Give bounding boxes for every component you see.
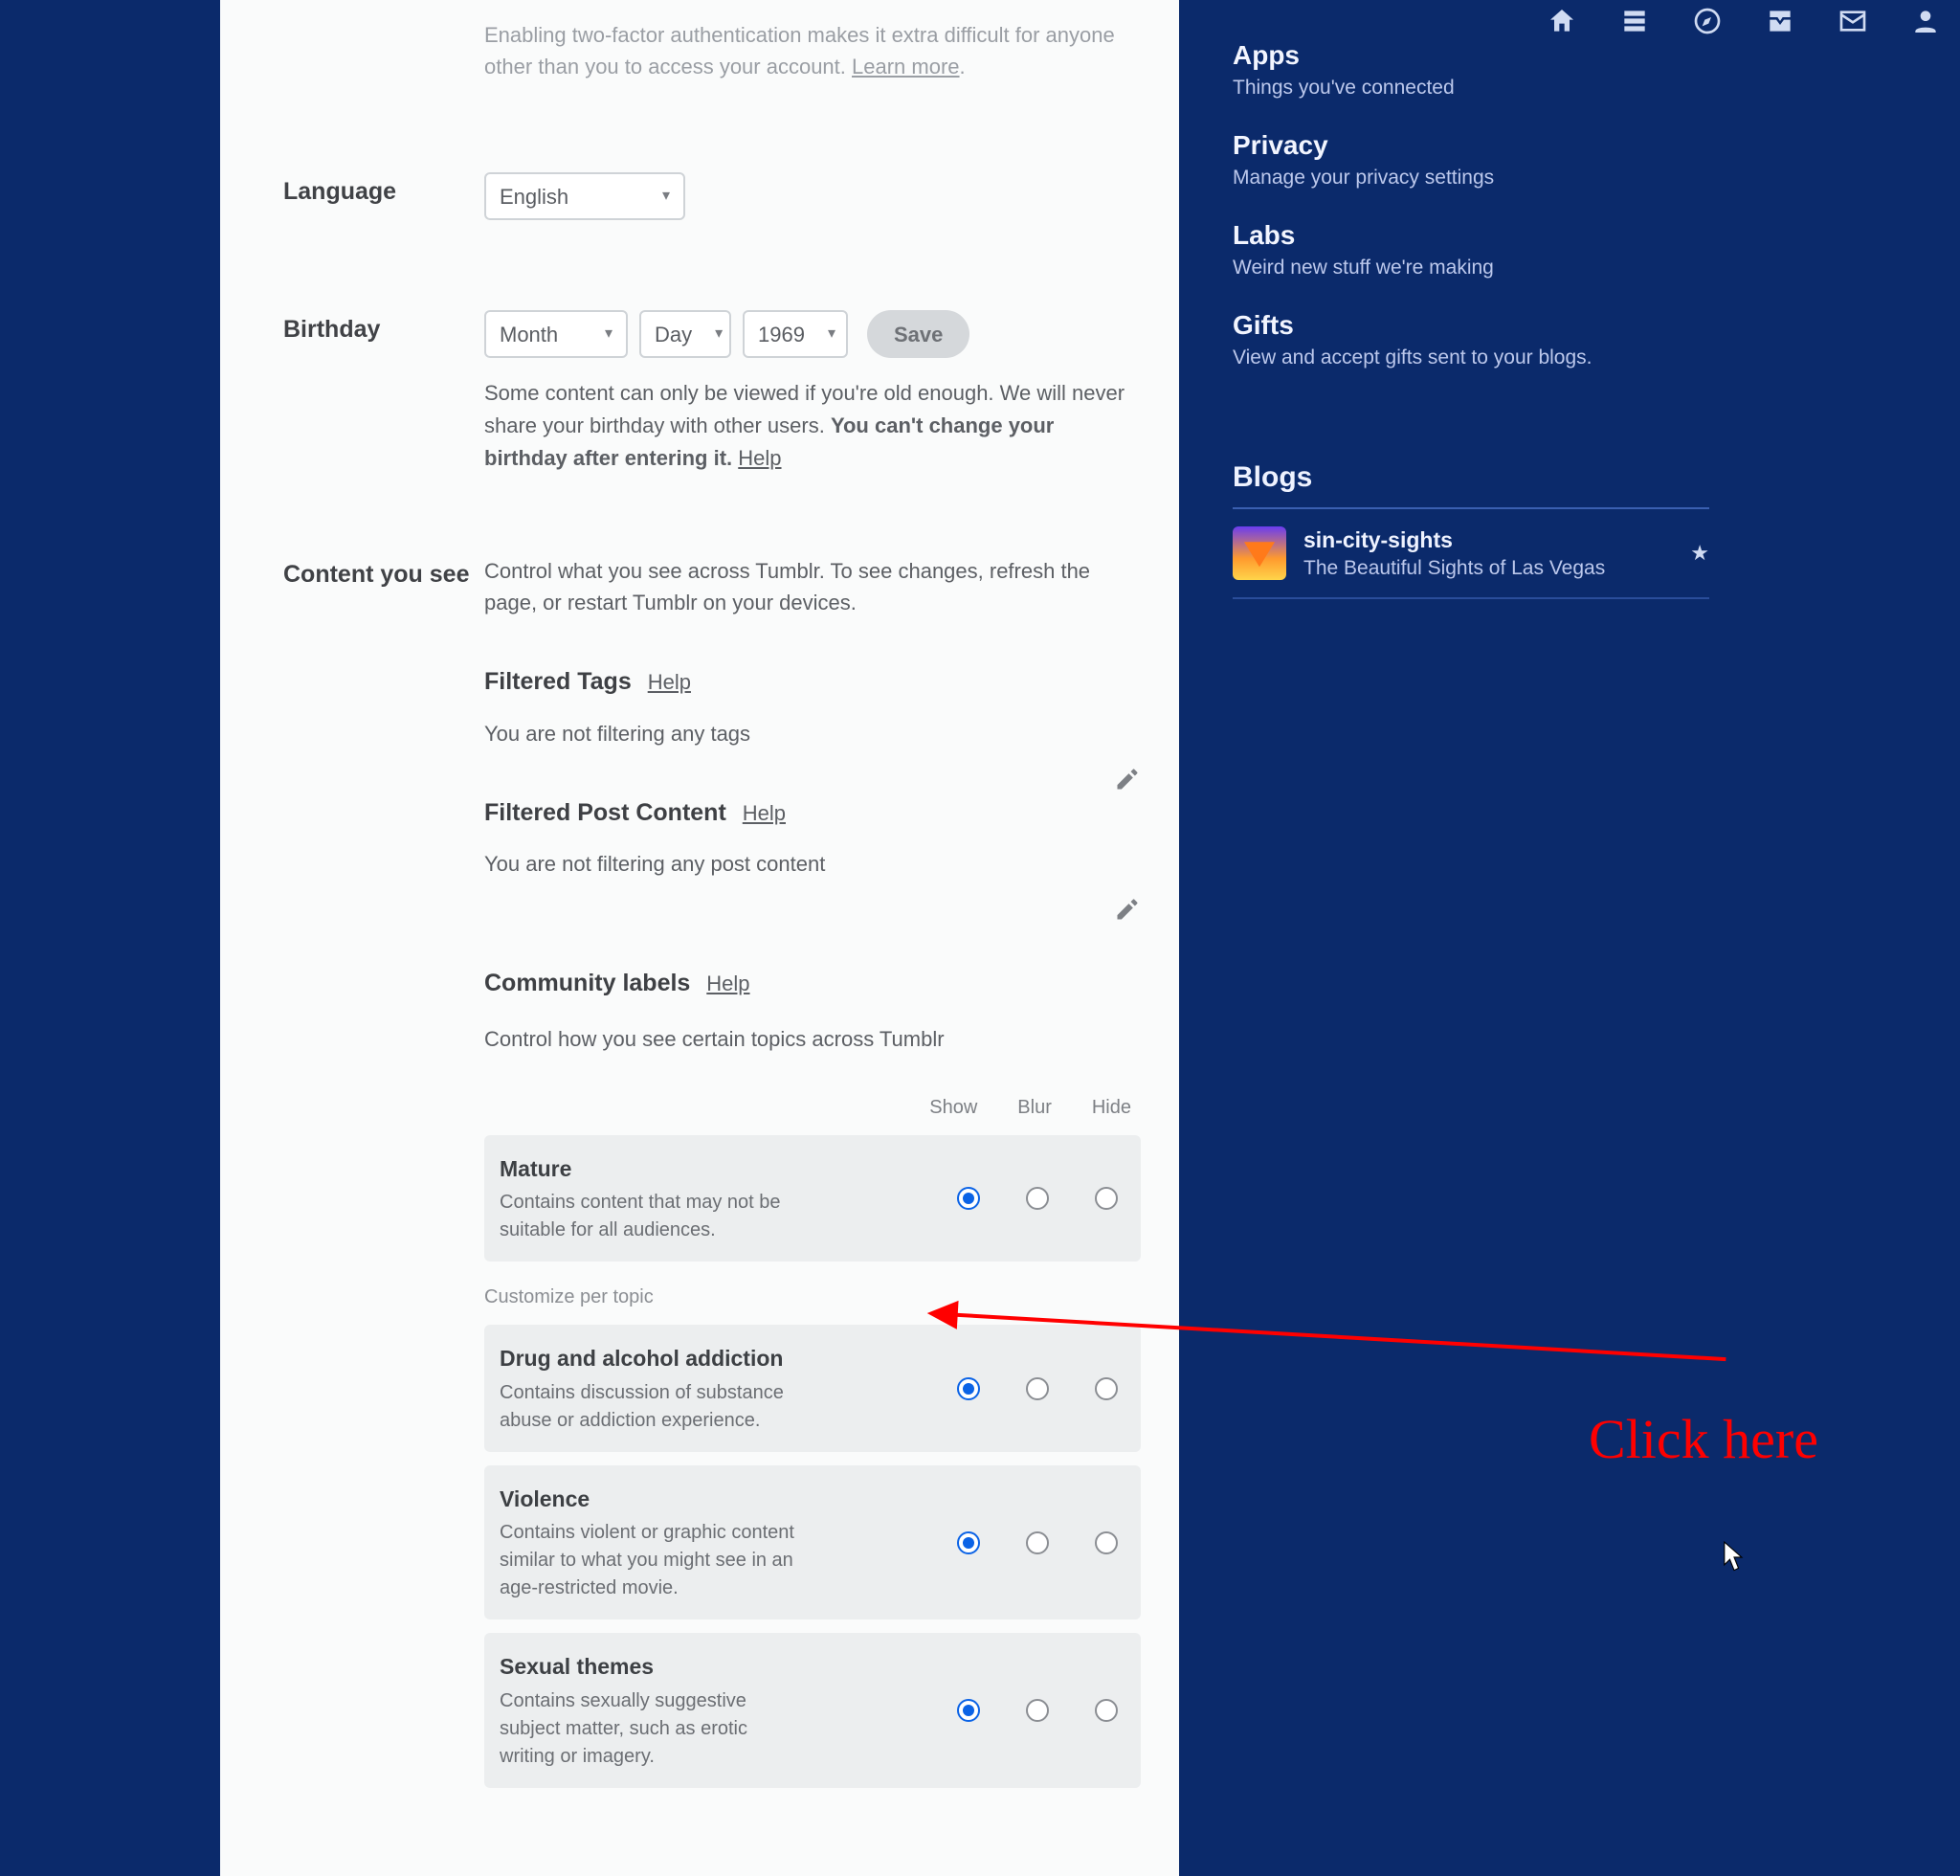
blog-row[interactable]: sin-city-sights The Beautiful Sights of … — [1233, 509, 1709, 599]
chevron-down-icon: ▾ — [662, 185, 670, 208]
customize-per-topic: Customize per topic — [484, 1283, 1141, 1311]
filtered-tags-heading: Filtered Tags Help — [484, 664, 1141, 701]
blog-avatar — [1233, 526, 1286, 580]
filtered-tags-status: You are not filtering any tags — [484, 718, 1141, 749]
two-factor-text: Enabling two-factor authentication makes… — [484, 23, 1115, 78]
mouse-cursor-icon — [1723, 1541, 1746, 1574]
blog-subtitle: The Beautiful Sights of Las Vegas — [1303, 557, 1605, 580]
community-labels-heading: Community labels Help — [484, 966, 1141, 1002]
filtered-posts-heading: Filtered Post Content Help — [484, 795, 1141, 832]
radio-sexual-hide[interactable] — [1095, 1699, 1118, 1722]
sidebar-item-sub: Weird new stuff we're making — [1233, 257, 1709, 279]
birthday-group: Month ▾ Day ▾ 1969 ▾ Save — [484, 310, 1141, 358]
label-title: Violence — [500, 1483, 957, 1516]
sidebar-item-title: Privacy — [1233, 130, 1709, 161]
birthday-day-value: Day — [655, 319, 692, 350]
label-row-sexual: Sexual themes Contains sexually suggesti… — [484, 1633, 1141, 1788]
learn-more-link[interactable]: Learn more — [852, 55, 960, 78]
sidebar-item-labs[interactable]: Labs Weird new stuff we're making — [1233, 207, 1709, 297]
mail-icon[interactable] — [1838, 6, 1868, 36]
radio-drugs-show[interactable] — [957, 1377, 980, 1400]
sidebar-item-sub: Things you've connected — [1233, 77, 1709, 100]
language-label: Language — [283, 172, 484, 220]
label-row-drugs: Drug and alcohol addiction Contains disc… — [484, 1325, 1141, 1452]
radio-mature-show[interactable] — [957, 1187, 980, 1210]
label-row-mature: Mature Contains content that may not be … — [484, 1135, 1141, 1262]
chevron-down-icon: ▾ — [605, 323, 612, 346]
inbox-icon[interactable] — [1765, 6, 1795, 36]
birthday-month-value: Month — [500, 319, 558, 350]
language-select[interactable]: English ▾ — [484, 172, 685, 220]
pencil-icon[interactable] — [1114, 766, 1141, 793]
filtered-posts-status: You are not filtering any post content — [484, 848, 1141, 880]
sidebar-item-privacy[interactable]: Privacy Manage your privacy settings — [1233, 117, 1709, 207]
radio-drugs-blur[interactable] — [1026, 1377, 1049, 1400]
annotation-text: Click here — [1589, 1407, 1818, 1471]
chevron-down-icon: ▾ — [828, 323, 835, 346]
col-blur: Blur — [1017, 1093, 1052, 1122]
birthday-year-select[interactable]: 1969 ▾ — [743, 310, 848, 358]
account-icon[interactable] — [1910, 6, 1941, 36]
radio-mature-hide[interactable] — [1095, 1187, 1118, 1210]
birthday-day-select[interactable]: Day ▾ — [639, 310, 731, 358]
radio-sexual-blur[interactable] — [1026, 1699, 1049, 1722]
sidebar-item-title: Labs — [1233, 220, 1709, 251]
radio-violence-hide[interactable] — [1095, 1531, 1118, 1554]
sidebar-item-apps[interactable]: Apps Things you've connected — [1233, 27, 1709, 117]
label-desc: Contains discussion of substance abuse o… — [500, 1379, 806, 1435]
two-factor-label — [283, 19, 484, 82]
birthday-label: Birthday — [283, 310, 484, 475]
star-icon[interactable]: ★ — [1690, 541, 1709, 566]
chevron-down-icon: ▾ — [715, 323, 723, 346]
community-labels-sub: Control how you see certain topics acros… — [484, 1023, 1141, 1055]
label-columns-header: Show Blur Hide — [484, 1093, 1141, 1122]
filtered-tags-help-link[interactable]: Help — [648, 670, 691, 694]
birthday-note: Some content can only be viewed if you'r… — [484, 377, 1141, 475]
radio-violence-blur[interactable] — [1026, 1531, 1049, 1554]
content-label: Content you see — [283, 555, 484, 1788]
pencil-icon[interactable] — [1114, 896, 1141, 923]
radio-mature-blur[interactable] — [1026, 1187, 1049, 1210]
blog-name: sin-city-sights — [1303, 527, 1605, 553]
radio-drugs-hide[interactable] — [1095, 1377, 1118, 1400]
right-sidebar: Apps Things you've connected Privacy Man… — [1233, 27, 1709, 599]
label-title: Sexual themes — [500, 1650, 957, 1684]
blogs-heading: Blogs — [1233, 461, 1709, 509]
radio-sexual-show[interactable] — [957, 1699, 980, 1722]
save-button-label: Save — [894, 319, 943, 350]
radio-violence-show[interactable] — [957, 1531, 980, 1554]
language-value: English — [500, 181, 568, 212]
content-intro: Control what you see across Tumblr. To s… — [484, 555, 1141, 618]
label-title: Drug and alcohol addiction — [500, 1342, 957, 1375]
label-desc: Contains violent or graphic content simi… — [500, 1519, 806, 1602]
label-title: Mature — [500, 1152, 957, 1186]
sidebar-item-sub: Manage your privacy settings — [1233, 167, 1709, 190]
community-labels-help-link[interactable]: Help — [706, 972, 749, 995]
birthday-year-value: 1969 — [758, 319, 805, 350]
sidebar-item-title: Gifts — [1233, 310, 1709, 341]
col-hide: Hide — [1092, 1093, 1131, 1122]
filtered-posts-help-link[interactable]: Help — [743, 801, 786, 825]
label-desc: Contains sexually suggestive subject mat… — [500, 1687, 806, 1771]
sidebar-item-gifts[interactable]: Gifts View and accept gifts sent to your… — [1233, 297, 1709, 387]
content-body: Control what you see across Tumblr. To s… — [484, 555, 1141, 1788]
birthday-save-button[interactable]: Save — [867, 310, 969, 358]
sidebar-item-sub: View and accept gifts sent to your blogs… — [1233, 346, 1709, 369]
label-row-violence: Violence Contains violent or graphic con… — [484, 1465, 1141, 1620]
birthday-month-select[interactable]: Month ▾ — [484, 310, 628, 358]
two-factor-description: Enabling two-factor authentication makes… — [484, 19, 1141, 82]
label-desc: Contains content that may not be suitabl… — [500, 1189, 806, 1244]
settings-panel: Enabling two-factor authentication makes… — [220, 0, 1179, 1876]
col-show: Show — [929, 1093, 977, 1122]
sidebar-item-title: Apps — [1233, 40, 1709, 71]
birthday-help-link[interactable]: Help — [738, 446, 781, 470]
